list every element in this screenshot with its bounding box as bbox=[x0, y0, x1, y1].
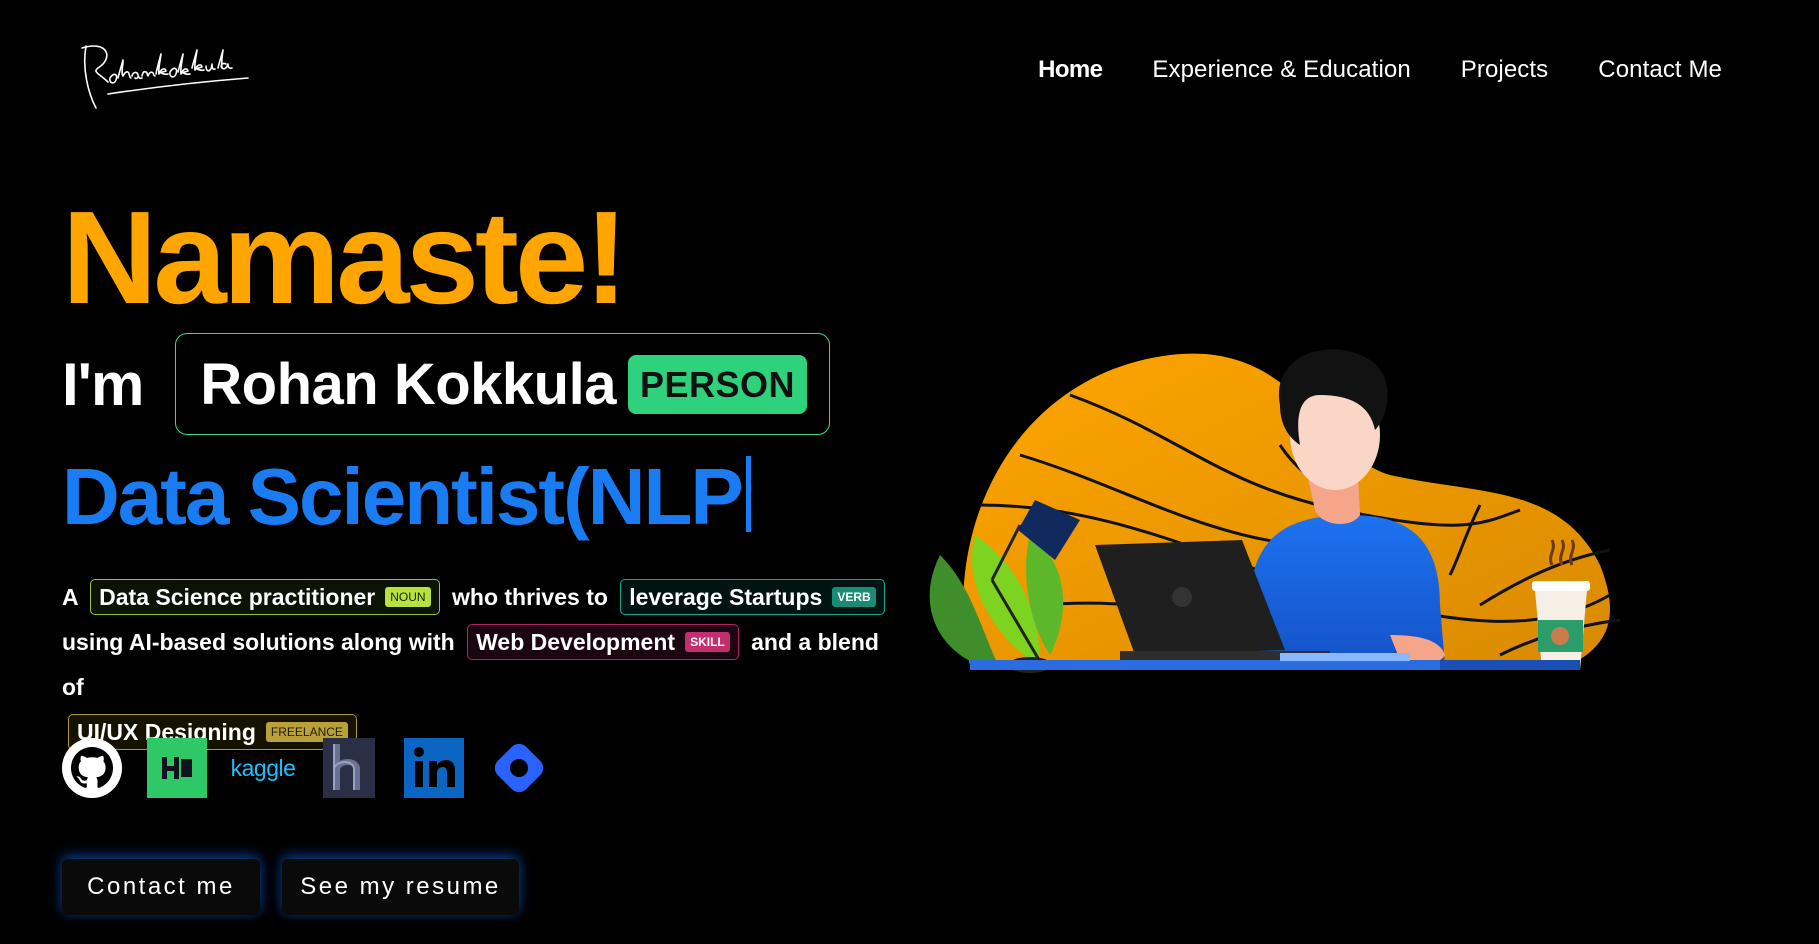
chip-text: Data Science practitioner bbox=[99, 584, 376, 610]
kaggle-wordmark: kaggle bbox=[230, 754, 296, 781]
nav-home-link[interactable]: Home bbox=[1038, 56, 1103, 84]
entity-chip-skill: Web Development SKILL bbox=[467, 624, 739, 660]
person-name: Rohan Kokkula bbox=[200, 351, 616, 417]
chip-tag: NOUN bbox=[385, 587, 431, 607]
bio-text: who thrives to bbox=[452, 584, 608, 610]
nav-contact-link[interactable]: Contact Me bbox=[1598, 56, 1722, 84]
main-nav: Home Experience & Education Projects Con… bbox=[1038, 56, 1722, 84]
github-icon[interactable] bbox=[62, 738, 122, 798]
intro-row: I'm Rohan Kokkula PERSON bbox=[62, 333, 831, 435]
hashnode-icon[interactable] bbox=[319, 738, 379, 798]
im-label: I'm bbox=[62, 350, 144, 418]
nav-experience-link[interactable]: Experience & Education bbox=[1152, 56, 1410, 84]
blog-icon[interactable] bbox=[489, 738, 549, 798]
entity-chip-noun: Data Science practitioner NOUN bbox=[90, 579, 440, 615]
role-text: Data Scientist(NLP bbox=[62, 452, 744, 541]
bio-text: using AI-based solutions along with bbox=[62, 629, 455, 655]
bio-description: A Data Science practitioner NOUN who thr… bbox=[62, 575, 892, 755]
role-typewriter: Data Scientist(NLP bbox=[62, 455, 751, 539]
social-links: kaggle bbox=[62, 738, 549, 798]
signature-logo-graphic bbox=[81, 45, 249, 109]
cta-buttons: Contact me See my resume bbox=[62, 859, 519, 915]
signature-logo[interactable] bbox=[78, 38, 258, 118]
name-entity-box: Rohan Kokkula PERSON bbox=[175, 333, 831, 435]
see-resume-button[interactable]: See my resume bbox=[282, 859, 519, 915]
linkedin-icon[interactable] bbox=[404, 738, 464, 798]
nav-projects-link[interactable]: Projects bbox=[1461, 56, 1549, 84]
chip-tag: SKILL bbox=[685, 632, 730, 652]
greeting-heading: Namaste! bbox=[62, 184, 628, 331]
contact-me-button[interactable]: Contact me bbox=[62, 859, 260, 915]
kaggle-icon[interactable]: kaggle bbox=[230, 738, 296, 798]
chip-tag: VERB bbox=[832, 587, 876, 607]
entity-chip-verb: leverage Startups VERB bbox=[620, 579, 885, 615]
hackerrank-icon[interactable] bbox=[147, 738, 207, 798]
bio-text: A bbox=[62, 584, 78, 610]
chip-text: leverage Startups bbox=[629, 584, 823, 610]
typing-cursor bbox=[745, 456, 751, 532]
person-entity-tag: PERSON bbox=[627, 354, 808, 414]
developer-illustration bbox=[920, 335, 1690, 775]
chip-text: Web Development bbox=[476, 629, 676, 655]
